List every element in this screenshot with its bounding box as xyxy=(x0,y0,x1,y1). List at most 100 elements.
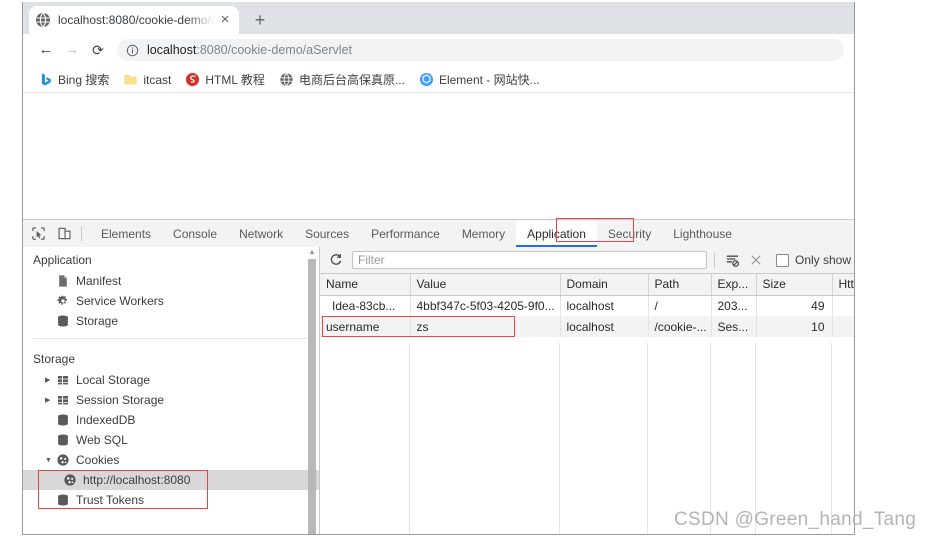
column-header-name[interactable]: Name xyxy=(320,274,411,296)
bookmark-label: 电商后台高保真原... xyxy=(298,73,405,87)
filter-input[interactable]: Filter xyxy=(352,251,707,269)
manifest-file-icon xyxy=(59,275,67,287)
cookie-table-element: Name Value Domain Path Exp... Size Htt I… xyxy=(320,274,854,337)
cell-size: 10 xyxy=(756,316,833,337)
chevron-down-icon[interactable]: ▼ xyxy=(45,455,56,466)
inspect-cursor-icon[interactable] xyxy=(27,223,49,245)
tab-sources[interactable]: Sources xyxy=(294,221,360,247)
scroll-up-arrow-icon[interactable]: ▲ xyxy=(308,249,316,257)
sidebar-item-cookie-origin[interactable]: http://localhost:8080 xyxy=(23,470,319,490)
devtools-panel: Elements Console Network Sources Perform… xyxy=(23,219,854,534)
database-icon xyxy=(58,315,68,327)
cell-value: 4bbf347c-5f03-4205-9f0... xyxy=(410,295,561,316)
sidebar-item-label: Session Storage xyxy=(76,393,165,407)
only-show-filter[interactable]: Only show xyxy=(776,253,851,267)
devtools-tab-bar: Elements Console Network Sources Perform… xyxy=(23,220,854,248)
database-icon xyxy=(58,494,68,506)
scrollbar-thumb[interactable] xyxy=(308,259,316,534)
cell-name: Idea-83cb... xyxy=(320,295,411,316)
cell-domain: localhost xyxy=(560,316,649,337)
info-circle-icon[interactable] xyxy=(126,44,139,57)
bookmark-itcast[interactable]: itcast xyxy=(116,70,178,90)
sidebar-item-label: Manifest xyxy=(76,274,122,288)
column-header-value[interactable]: Value xyxy=(410,274,561,296)
close-icon[interactable]: × xyxy=(217,12,233,28)
address-bar-url: localhost:8080/cookie-demo/aServlet xyxy=(147,43,352,57)
sidebar-scrollbar[interactable]: ▲ xyxy=(306,249,318,534)
sidebar-item-label: Cookies xyxy=(76,453,120,467)
table-row[interactable]: Idea-83cb... 4bbf347c-5f03-4205-9f0... l… xyxy=(320,295,854,316)
sidebar-item-web-sql[interactable]: Web SQL xyxy=(23,430,319,450)
refresh-icon[interactable] xyxy=(324,249,348,271)
sidebar-item-label: Storage xyxy=(76,314,119,328)
table-grid-icon xyxy=(58,396,68,405)
tab-performance[interactable]: Performance xyxy=(360,221,451,247)
bookmark-label: Element - 网站快... xyxy=(438,73,540,87)
sidebar-item-session-storage[interactable]: ▶ Session Storage xyxy=(23,390,319,410)
bookmark-ecommerce-admin[interactable]: 电商后台高保真原... xyxy=(272,70,412,90)
bookmark-label: Bing 搜索 xyxy=(58,73,110,87)
device-toolbar-icon[interactable] xyxy=(53,223,75,245)
html-tutorial-icon xyxy=(186,72,200,87)
database-icon xyxy=(58,414,68,426)
column-header-domain[interactable]: Domain xyxy=(560,274,649,296)
tab-application[interactable]: Application xyxy=(516,220,597,247)
table-row[interactable]: username zs localhost /cookie-... Ses...… xyxy=(320,316,854,337)
column-header-path[interactable]: Path xyxy=(648,274,712,296)
sidebar-item-label: http://localhost:8080 xyxy=(83,473,191,487)
cookie-icon xyxy=(57,454,69,466)
sidebar-item-manifest[interactable]: Manifest xyxy=(23,271,319,291)
clear-filter-icon[interactable] xyxy=(722,250,742,270)
tab-lighthouse[interactable]: Lighthouse xyxy=(662,221,743,247)
column-header-size[interactable]: Size xyxy=(756,274,833,296)
back-arrow-icon[interactable]: ← xyxy=(36,40,56,60)
cookie-panel: Filter Only show Name Value Domain Path … xyxy=(320,247,854,534)
bookmark-element[interactable]: Element - 网站快... xyxy=(412,70,547,90)
forward-arrow-icon[interactable]: → xyxy=(62,40,82,60)
sidebar-item-storage[interactable]: Storage xyxy=(23,311,319,331)
sidebar-item-trust-tokens[interactable]: Trust Tokens xyxy=(23,490,319,510)
bookmark-html-tutorial[interactable]: HTML 教程 xyxy=(178,70,272,90)
bookmarks-bar: Bing 搜索 itcast HTML 教程 电商后台高保真原... Eleme… xyxy=(23,66,854,93)
column-header-expires[interactable]: Exp... xyxy=(711,274,757,296)
chevron-right-icon[interactable]: ▶ xyxy=(45,395,56,406)
tab-network[interactable]: Network xyxy=(228,221,294,247)
sidebar-item-service-workers[interactable]: Service Workers xyxy=(23,291,319,311)
new-tab-button[interactable]: + xyxy=(249,9,271,31)
bookmark-label: itcast xyxy=(143,72,172,87)
tab-memory[interactable]: Memory xyxy=(451,221,516,247)
tab-elements[interactable]: Elements xyxy=(90,221,162,247)
sidebar-item-label: IndexedDB xyxy=(76,413,136,427)
bookmark-label: HTML 教程 xyxy=(205,73,265,87)
cell-path: /cookie-... xyxy=(648,316,712,337)
cell-expires: Ses... xyxy=(711,316,757,337)
browser-tab[interactable]: localhost:8080/cookie-demo/aServlet × xyxy=(29,6,239,34)
cookie-table: Name Value Domain Path Exp... Size Htt I… xyxy=(320,274,854,534)
tab-security[interactable]: Security xyxy=(597,221,662,247)
sidebar-item-indexeddb[interactable]: IndexedDB xyxy=(23,410,319,430)
cell-expires: 203... xyxy=(711,295,757,316)
application-sidebar: Application Manifest Service Workers Sto… xyxy=(23,247,319,534)
chevron-right-icon[interactable]: ▶ xyxy=(45,375,56,386)
database-icon xyxy=(58,434,68,446)
sidebar-item-label: Service Workers xyxy=(76,294,164,308)
sidebar-section-application: Application xyxy=(33,253,92,267)
browser-toolbar: ← → ⟳ localhost:8080/cookie-demo/aServle… xyxy=(23,34,854,66)
close-x-icon[interactable] xyxy=(746,250,766,270)
sidebar-item-cookies[interactable]: ▼ Cookies xyxy=(23,450,319,470)
globe-icon xyxy=(36,12,50,28)
column-header-httponly[interactable]: Htt xyxy=(832,274,854,296)
tab-console[interactable]: Console xyxy=(162,221,228,247)
sidebar-item-label: Web SQL xyxy=(76,433,128,447)
only-show-checkbox[interactable] xyxy=(776,253,789,267)
address-bar[interactable]: localhost:8080/cookie-demo/aServlet xyxy=(117,39,844,61)
screenshot-root: localhost:8080/cookie-demo/aServlet × + … xyxy=(0,0,930,543)
sidebar-item-label: Trust Tokens xyxy=(76,493,145,507)
sidebar-item-local-storage[interactable]: ▶ Local Storage xyxy=(23,370,319,390)
reload-icon[interactable]: ⟳ xyxy=(88,40,108,60)
toolbar-divider xyxy=(81,226,82,241)
bookmark-bing[interactable]: Bing 搜索 xyxy=(31,70,116,90)
sidebar-divider xyxy=(33,338,307,339)
folder-icon xyxy=(124,75,137,85)
cookie-toolbar: Filter Only show xyxy=(320,247,854,274)
